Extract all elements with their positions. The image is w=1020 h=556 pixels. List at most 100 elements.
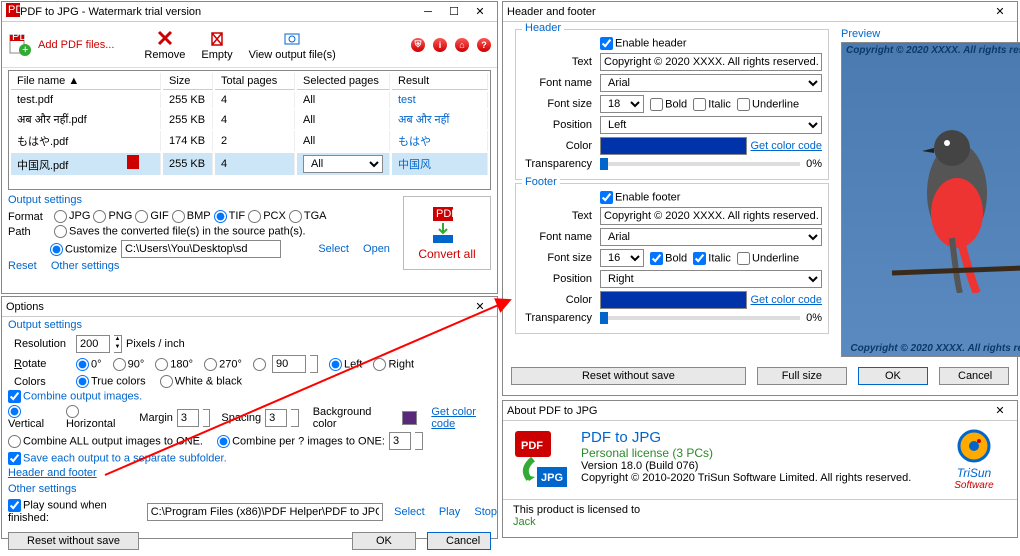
remove-button[interactable]: Remove (140, 26, 189, 63)
reset-link[interactable]: Reset (8, 260, 37, 272)
format-bmp[interactable]: BMP (172, 210, 214, 222)
format-tga[interactable]: TGA (289, 210, 330, 222)
header-position-select[interactable]: Left (600, 116, 822, 134)
sound-select[interactable]: Select (394, 506, 425, 518)
vertical-radio[interactable]: Vertical (8, 405, 55, 430)
rotate-custom-input[interactable] (272, 355, 306, 373)
path-select-link[interactable]: Select (318, 243, 349, 255)
empty-button[interactable]: Empty (197, 26, 236, 63)
header-fontsize-select[interactable]: 18 (600, 95, 644, 113)
resolution-input[interactable] (76, 335, 110, 353)
opt-cancel-button[interactable]: Cancel (427, 532, 491, 550)
rotate-right[interactable]: Right (373, 358, 414, 371)
bgcolor-swatch[interactable] (402, 411, 417, 425)
about-close-button[interactable]: ✕ (987, 402, 1013, 420)
preview-header-text: Copyright © 2020 XXXX. All rights reserv… (846, 45, 1020, 56)
col-result[interactable]: Result (392, 73, 488, 90)
footer-position-select[interactable]: Right (600, 270, 822, 288)
sound-play[interactable]: Play (439, 506, 460, 518)
path-customize-radio[interactable]: Customize (50, 243, 117, 256)
sound-stop[interactable]: Stop (474, 506, 497, 518)
footer-italic-checkbox[interactable]: Italic (693, 252, 731, 265)
view-output-button[interactable]: View output file(s) (245, 26, 340, 63)
getcolor-link[interactable]: Get color code (431, 406, 497, 430)
header-underline-checkbox[interactable]: Underline (737, 98, 799, 111)
footer-text-input[interactable] (600, 207, 822, 225)
hf-fullsize-button[interactable]: Full size (757, 367, 847, 385)
col-filename[interactable]: File name ▲ (11, 73, 161, 90)
header-fontname-select[interactable]: Arial (600, 74, 822, 92)
header-color-swatch[interactable] (600, 137, 747, 155)
maximize-button[interactable]: ☐ (441, 3, 467, 21)
table-row[interactable]: अब और नहीं.pdf255 KB4Allअब और नहीं (11, 110, 488, 129)
hf-reset-button[interactable]: Reset without save (511, 367, 746, 385)
footer-underline-checkbox[interactable]: Underline (737, 252, 799, 265)
sound-path-input[interactable] (147, 503, 383, 521)
toolbar-info-icon[interactable]: i (433, 38, 447, 52)
enable-header-checkbox[interactable]: Enable header (600, 37, 687, 50)
path-input[interactable] (121, 240, 281, 258)
format-tif[interactable]: TIF (214, 210, 249, 222)
true-colors-radio[interactable]: True colors (76, 375, 146, 388)
footer-fontname-select[interactable]: Arial (600, 228, 822, 246)
format-png[interactable]: PNG (93, 210, 135, 222)
footer-fontsize-select[interactable]: 16 (600, 249, 644, 267)
options-close-button[interactable]: ✕ (467, 298, 493, 316)
bird-icon (882, 93, 1020, 293)
opt-ok-button[interactable]: OK (352, 532, 416, 550)
col-size[interactable]: Size (163, 73, 213, 90)
add-pdf-button[interactable]: PDF+ Add PDF files... (8, 33, 114, 57)
toolbar-home-icon[interactable]: ⌂ (455, 38, 469, 52)
header-italic-checkbox[interactable]: Italic (693, 98, 731, 111)
combine-per-input[interactable] (389, 432, 411, 450)
footer-bold-checkbox[interactable]: Bold (650, 252, 687, 265)
header-bold-checkbox[interactable]: Bold (650, 98, 687, 111)
hf-ok-button[interactable]: OK (858, 367, 928, 385)
other-settings-link[interactable]: Other settings (51, 260, 119, 272)
playsound-checkbox[interactable]: Play sound when finished: (8, 499, 143, 524)
rotate-0[interactable]: 0° (76, 358, 102, 371)
svg-text:+: + (22, 44, 28, 56)
opt-reset-button[interactable]: Reset without save (8, 532, 139, 550)
rotate-90[interactable]: 90° (113, 358, 145, 371)
col-pages[interactable]: Total pages (215, 73, 295, 90)
resolution-unit: Pixels / inch (126, 338, 185, 350)
format-pcx[interactable]: PCX (248, 210, 289, 222)
save-subfolder-checkbox[interactable]: Save each output to a separate subfolder… (8, 452, 227, 465)
convert-all-button[interactable]: PDF Convert all (403, 196, 491, 270)
margin-input[interactable] (177, 409, 199, 427)
toolbar-help-icon[interactable]: ⛨ (411, 38, 425, 52)
hf-cancel-button[interactable]: Cancel (939, 367, 1009, 385)
table-row[interactable]: 中国风.pdf255 KB4All中国风 (11, 153, 488, 175)
path-source-radio[interactable]: Saves the converted file(s) in the sourc… (54, 225, 306, 238)
rotate-270[interactable]: 270° (204, 358, 242, 371)
footer-color-swatch[interactable] (600, 291, 747, 309)
footer-transparency-slider[interactable] (600, 316, 800, 320)
col-selpages[interactable]: Selected pages (297, 73, 390, 90)
table-row[interactable]: test.pdf255 KB4Alltest (11, 92, 488, 108)
rotate-left[interactable]: Left (329, 358, 362, 371)
combine-all-radio[interactable]: Combine ALL output images to ONE. (8, 435, 203, 448)
hf-close-button[interactable]: ✕ (987, 3, 1013, 21)
rotate-custom[interactable] (253, 358, 268, 371)
header-text-input[interactable] (600, 53, 822, 71)
bw-radio[interactable]: White & black (160, 375, 242, 388)
table-row[interactable]: もはや.pdf174 KB2Allもはや (11, 131, 488, 151)
format-gif[interactable]: GIF (135, 210, 171, 222)
rotate-180[interactable]: 180° (155, 358, 193, 371)
combine-checkbox[interactable]: Combine output images. (8, 390, 142, 403)
format-jpg[interactable]: JPG (54, 210, 93, 222)
selpages-select[interactable]: All (303, 155, 383, 173)
footer-getcolor-link[interactable]: Get color code (750, 294, 822, 306)
minimize-button[interactable]: ─ (415, 3, 441, 21)
toolbar-question-icon[interactable]: ? (477, 38, 491, 52)
horizontal-radio[interactable]: Horizontal (66, 405, 125, 430)
header-transparency-slider[interactable] (600, 162, 800, 166)
header-getcolor-link[interactable]: Get color code (750, 140, 822, 152)
path-open-link[interactable]: Open (363, 243, 390, 255)
close-button[interactable]: ✕ (467, 3, 493, 21)
enable-footer-checkbox[interactable]: Enable footer (600, 191, 680, 204)
spacing-input[interactable] (265, 409, 287, 427)
header-footer-link[interactable]: Header and footer (8, 467, 97, 479)
combine-per-radio[interactable]: Combine per ? images to ONE: (217, 435, 385, 448)
